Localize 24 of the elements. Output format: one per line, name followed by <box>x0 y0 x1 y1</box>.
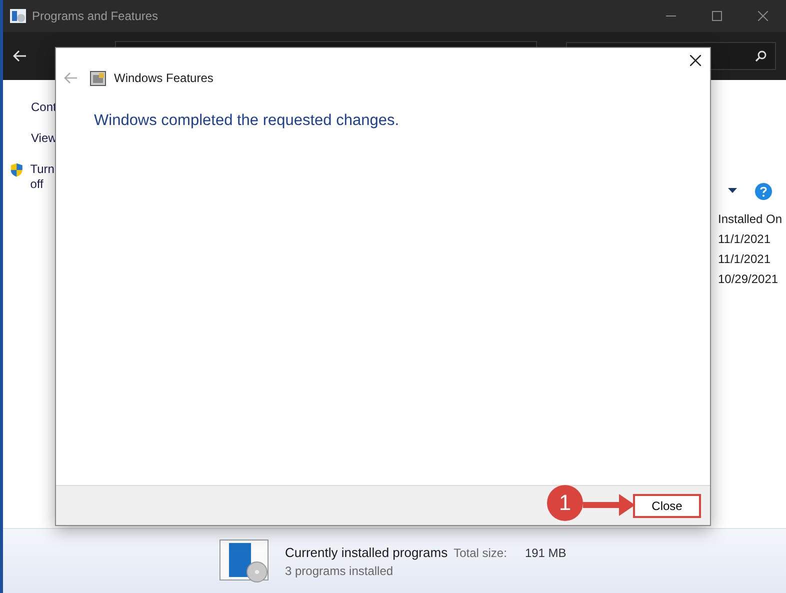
size-label: Total size: <box>454 546 507 560</box>
table-cell-text: 11/1/2021 <box>718 252 772 266</box>
program-count: 3 programs installed <box>285 564 394 578</box>
programs-icon <box>219 539 269 583</box>
table-cell-text: 10/29/2021 <box>718 272 780 286</box>
search-icon <box>755 50 767 62</box>
dialog-title: Windows Features <box>114 71 214 85</box>
sidebar-link[interactable]: Cont <box>31 100 56 115</box>
pointer-arrow <box>583 494 635 516</box>
table-cell-text: 11/1/2021 <box>718 232 772 246</box>
close-button[interactable]: Close <box>633 494 701 518</box>
sidebar-link[interactable]: Turn off <box>30 162 55 192</box>
shield-icon <box>9 162 24 178</box>
window-title: Programs and Features <box>32 9 158 23</box>
caret-icon[interactable] <box>728 188 737 194</box>
maximize-icon[interactable] <box>712 11 722 21</box>
column-header[interactable]: Installed On <box>718 212 782 226</box>
status-message: Windows completed the requested changes. <box>94 112 400 130</box>
size-value: 191 MB <box>524 546 566 560</box>
close-icon[interactable] <box>690 55 701 66</box>
details-title: Currently installed programs <box>285 544 448 560</box>
help-icon[interactable] <box>755 182 772 200</box>
features-icon <box>90 70 106 86</box>
app-icon <box>10 9 26 23</box>
